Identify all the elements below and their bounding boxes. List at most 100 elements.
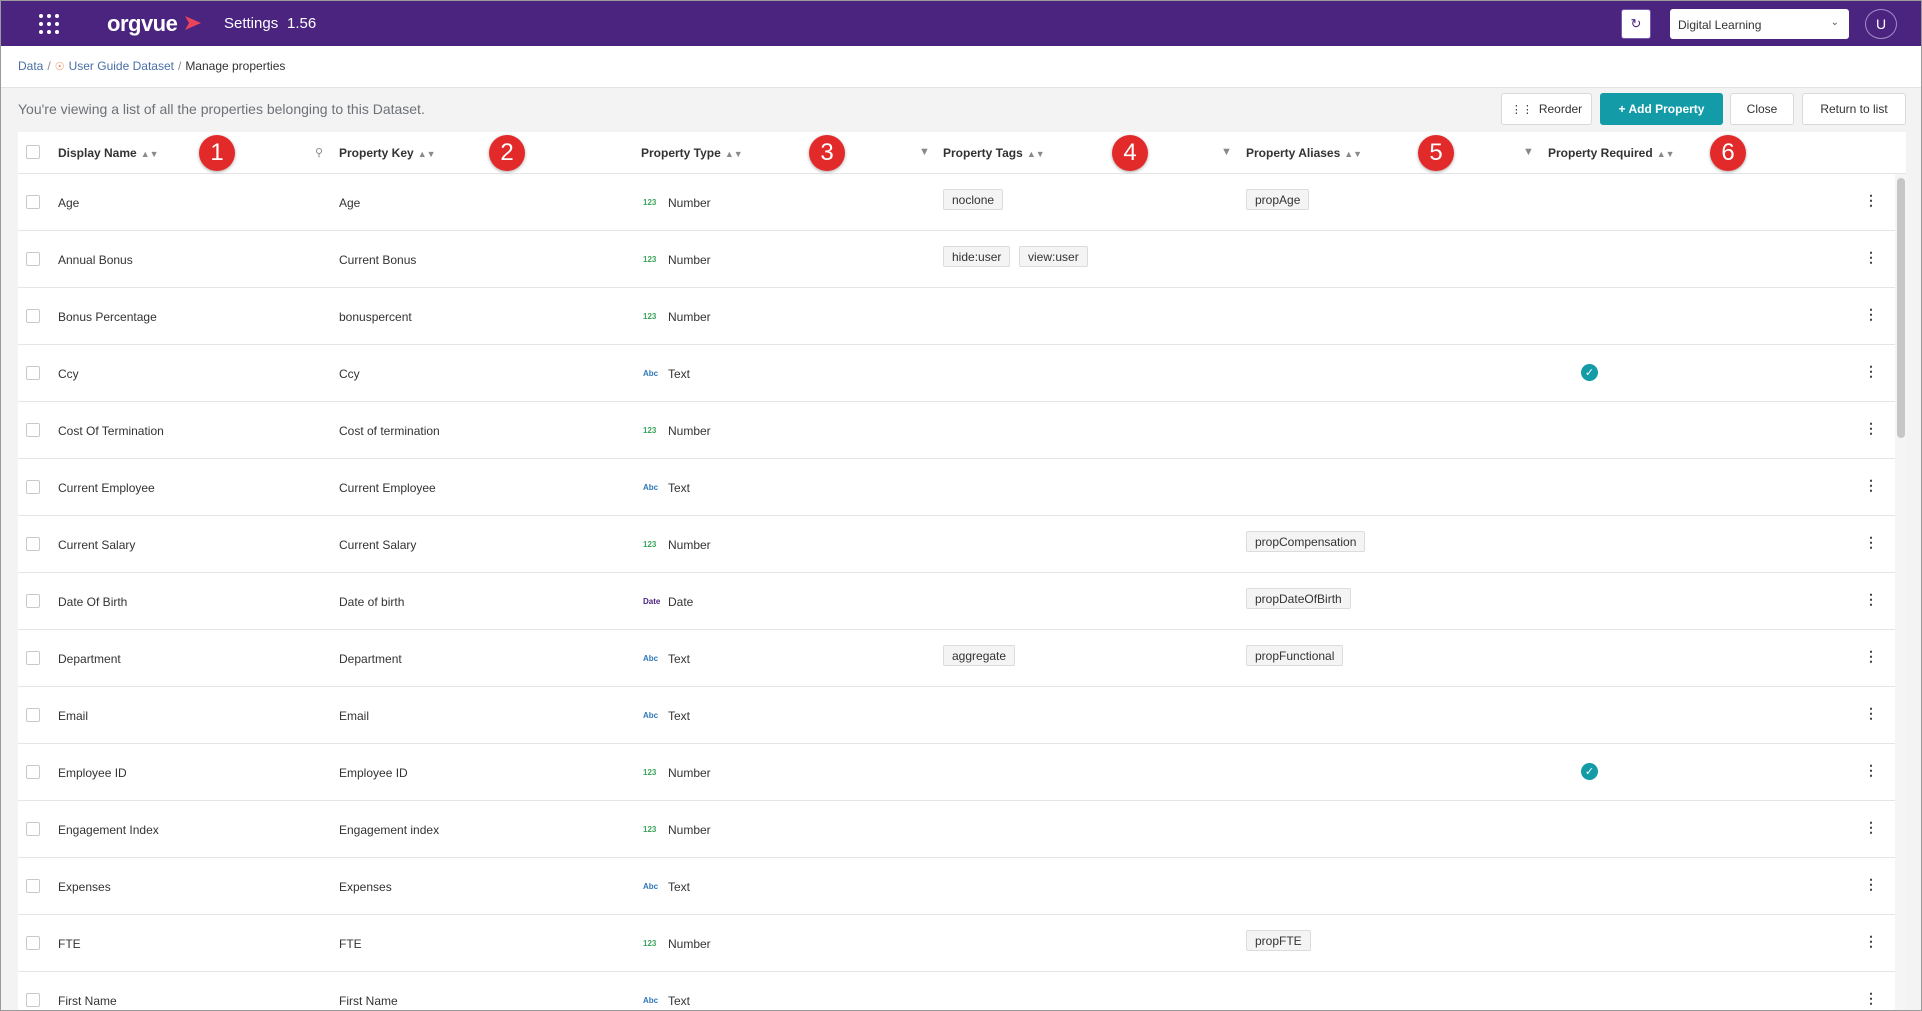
- display-name-cell: Age: [58, 196, 80, 210]
- scrollbar-thumb[interactable]: [1897, 178, 1905, 438]
- table-row[interactable]: Expenses Expenses Abc Text ⋮: [18, 858, 1906, 915]
- info-text: You're viewing a list of all the propert…: [18, 101, 425, 117]
- return-to-list-button[interactable]: Return to list: [1802, 93, 1906, 125]
- properties-table: Display Name ▲▼ ⚲ Property Key ▲▼ Property…: [18, 132, 1906, 1010]
- top-bar: orgvue Settings 1.56 ↻ Digital Learning …: [1, 1, 1921, 46]
- filter-icon[interactable]: ▼: [919, 146, 930, 158]
- table-row[interactable]: Department Department Abc Text aggregate prop…: [18, 630, 1906, 687]
- add-property-button[interactable]: + Add Property: [1600, 93, 1723, 125]
- row-checkbox[interactable]: [26, 879, 40, 893]
- search-icon[interactable]: ⚲: [315, 146, 323, 159]
- row-menu-icon[interactable]: ⋮: [1864, 762, 1878, 779]
- header-property-type[interactable]: Property Type ▲▼: [641, 146, 743, 160]
- type-icon: 123: [643, 825, 657, 834]
- row-checkbox[interactable]: [26, 537, 40, 551]
- property-type-cell: Text: [668, 709, 691, 723]
- property-key-cell: Email: [339, 709, 370, 723]
- property-alias: propFTE: [1246, 930, 1311, 951]
- table-row[interactable]: Ccy Ccy Abc Text ✓ ⋮: [18, 345, 1906, 402]
- type-icon: Abc: [643, 711, 659, 720]
- table-row[interactable]: Annual Bonus Current Bonus 123 Number hide:u…: [18, 231, 1906, 288]
- table-row[interactable]: Age Age 123 Number noclone propAge ⋮: [18, 174, 1906, 231]
- property-type-cell: Number: [668, 538, 711, 552]
- row-menu-icon[interactable]: ⋮: [1864, 591, 1878, 608]
- table-row[interactable]: Cost Of Termination Cost of termination 12…: [18, 402, 1906, 459]
- workspace-select[interactable]: Digital Learning ⌄: [1670, 9, 1849, 39]
- table-row[interactable]: Current Salary Current Salary 123 Number pro…: [18, 516, 1906, 573]
- row-menu-icon[interactable]: ⋮: [1864, 420, 1878, 437]
- refresh-button[interactable]: ↻: [1621, 9, 1651, 39]
- type-icon: Abc: [643, 882, 659, 891]
- breadcrumb-dataset[interactable]: User Guide Dataset: [69, 59, 174, 73]
- sort-icon: ▲▼: [417, 149, 436, 159]
- row-checkbox[interactable]: [26, 252, 40, 266]
- table-row[interactable]: First Name First Name Abc Text ⋮: [18, 972, 1906, 1010]
- close-button[interactable]: Close: [1730, 93, 1794, 125]
- table-row[interactable]: FTE FTE 123 Number propFTE ⋮: [18, 915, 1906, 972]
- app-launcher-icon[interactable]: [39, 14, 61, 34]
- property-type-cell: Number: [668, 196, 711, 210]
- table-row[interactable]: Bonus Percentage bonuspercent 123 Number ⋮: [18, 288, 1906, 345]
- table-row[interactable]: Engagement Index Engagement index 123 Numbe…: [18, 801, 1906, 858]
- user-avatar[interactable]: U: [1865, 9, 1897, 39]
- row-checkbox[interactable]: [26, 936, 40, 950]
- row-menu-icon[interactable]: ⋮: [1864, 819, 1878, 836]
- table-row[interactable]: Current Employee Current Employee Abc Text ⋮: [18, 459, 1906, 516]
- row-menu-icon[interactable]: ⋮: [1864, 990, 1878, 1007]
- row-checkbox[interactable]: [26, 651, 40, 665]
- row-menu-icon[interactable]: ⋮: [1864, 192, 1878, 209]
- header-property-tags-label: Property Tags: [943, 146, 1023, 160]
- sort-icon: ▲▼: [140, 149, 159, 159]
- type-icon: Date: [643, 597, 661, 606]
- row-menu-icon[interactable]: ⋮: [1864, 705, 1878, 722]
- header-display-name[interactable]: Display Name ▲▼: [58, 146, 159, 160]
- row-menu-icon[interactable]: ⋮: [1864, 933, 1878, 950]
- header-property-key[interactable]: Property Key ▲▼: [339, 146, 436, 160]
- filter-icon[interactable]: ▼: [1221, 146, 1232, 158]
- type-icon: Abc: [643, 369, 659, 378]
- required-check-icon: ✓: [1581, 364, 1598, 381]
- row-checkbox[interactable]: [26, 594, 40, 608]
- table-row[interactable]: Email Email Abc Text ⋮: [18, 687, 1906, 744]
- type-icon: 123: [643, 255, 657, 264]
- select-all-checkbox[interactable]: [26, 145, 40, 159]
- type-icon: 123: [643, 312, 657, 321]
- display-name-cell: Bonus Percentage: [58, 310, 157, 324]
- row-checkbox[interactable]: [26, 195, 40, 209]
- property-key-cell: Current Employee: [339, 481, 436, 495]
- row-menu-icon[interactable]: ⋮: [1864, 534, 1878, 551]
- table-row[interactable]: Date Of Birth Date of birth Date Date propDa…: [18, 573, 1906, 630]
- row-checkbox[interactable]: [26, 423, 40, 437]
- row-checkbox[interactable]: [26, 309, 40, 323]
- row-menu-icon[interactable]: ⋮: [1864, 306, 1878, 323]
- property-alias: propAge: [1246, 189, 1310, 210]
- app-title: Settings: [224, 15, 279, 32]
- row-checkbox[interactable]: [26, 480, 40, 494]
- table-header: Display Name ▲▼ ⚲ Property Key ▲▼ Property…: [18, 132, 1906, 174]
- sort-icon: ▲▼: [1656, 149, 1675, 159]
- header-property-tags[interactable]: Property Tags ▲▼: [943, 146, 1045, 160]
- property-key-cell: Expenses: [339, 880, 392, 894]
- row-checkbox[interactable]: [26, 822, 40, 836]
- property-key-cell: Current Salary: [339, 538, 417, 552]
- header-property-aliases[interactable]: Property Aliases ▲▼: [1246, 146, 1362, 160]
- header-property-required[interactable]: Property Required ▲▼: [1548, 146, 1675, 160]
- table-row[interactable]: Employee ID Employee ID 123 Number ✓ ⋮: [18, 744, 1906, 801]
- row-menu-icon[interactable]: ⋮: [1864, 648, 1878, 665]
- row-checkbox[interactable]: [26, 708, 40, 722]
- breadcrumb-data[interactable]: Data: [18, 59, 43, 73]
- row-menu-icon[interactable]: ⋮: [1864, 249, 1878, 266]
- type-icon: 123: [643, 939, 657, 948]
- reorder-button[interactable]: ⋮⋮ Reorder: [1501, 93, 1592, 125]
- close-label: Close: [1746, 102, 1778, 116]
- row-checkbox[interactable]: [26, 993, 40, 1007]
- row-checkbox[interactable]: [26, 765, 40, 779]
- row-menu-icon[interactable]: ⋮: [1864, 876, 1878, 893]
- filter-icon[interactable]: ▼: [1523, 146, 1534, 158]
- display-name-cell: Department: [58, 652, 121, 666]
- property-key-cell: FTE: [339, 937, 362, 951]
- row-checkbox[interactable]: [26, 366, 40, 380]
- row-menu-icon[interactable]: ⋮: [1864, 477, 1878, 494]
- row-menu-icon[interactable]: ⋮: [1864, 363, 1878, 380]
- breadcrumb: Data / ☉ User Guide Dataset / Manage properti…: [18, 59, 286, 73]
